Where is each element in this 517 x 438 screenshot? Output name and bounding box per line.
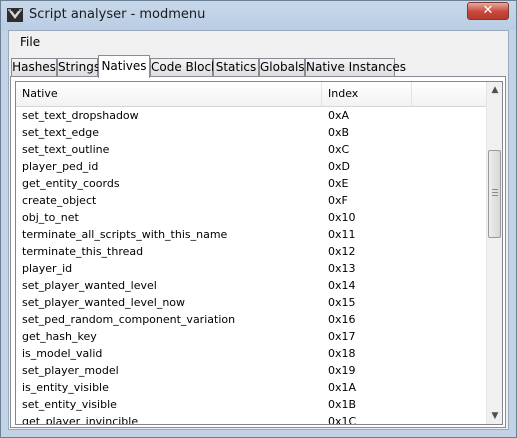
close-button[interactable]: ✕ [467, 2, 509, 20]
list-row[interactable]: is_model_valid 0x18 [16, 345, 486, 362]
native-index-cell: 0x1A [328, 381, 357, 394]
natives-list[interactable]: Native Index set_text_dropshadow 0xA set_t… [15, 81, 503, 425]
scroll-down-arrow-icon[interactable]: ▼ [487, 408, 502, 424]
list-row[interactable]: is_entity_visible 0x1A [16, 379, 486, 396]
script-analyser-window: Script analyser - modmenu ✕ File Hashes … [0, 0, 517, 438]
native-name-cell: obj_to_net [22, 211, 79, 224]
native-index-cell: 0x17 [328, 330, 356, 343]
native-name-cell: terminate_this_thread [22, 245, 144, 258]
native-index-cell: 0xC [328, 143, 350, 156]
list-row[interactable]: set_text_dropshadow 0xA [16, 107, 486, 124]
native-name-cell: set_text_outline [22, 143, 110, 156]
native-index-cell: 0xE [328, 177, 349, 190]
scroll-up-arrow-icon[interactable]: ▲ [487, 82, 502, 98]
native-name-cell: is_model_valid [22, 347, 103, 360]
tab-code-block[interactable]: Code Block [150, 58, 218, 77]
native-name-cell: set_player_model [22, 364, 119, 377]
list-row[interactable]: terminate_all_scripts_with_this_name 0x11 [16, 226, 486, 243]
native-name-cell: get_entity_coords [22, 177, 120, 190]
thumb-grip-line [492, 195, 498, 196]
list-row[interactable]: player_id 0x13 [16, 260, 486, 277]
list-row[interactable]: set_player_wanted_level_now 0x15 [16, 294, 486, 311]
native-index-cell: 0x1B [328, 398, 357, 411]
native-name-cell: get_hash_key [22, 330, 97, 343]
natives-tab-panel: Native Index set_text_dropshadow 0xA set_t… [10, 76, 506, 428]
native-name-cell: player_ped_id [22, 160, 99, 173]
column-header-index[interactable]: Index [322, 82, 412, 106]
list-row[interactable]: get_player_invincible 0x1C [16, 413, 486, 424]
client-area: File Hashes Strings Natives Code Block S… [8, 30, 509, 430]
thumb-grip-line [492, 192, 498, 193]
menu-bar: File [9, 31, 508, 53]
window-title: Script analyser - modmenu [29, 7, 206, 22]
app-icon [7, 8, 23, 22]
list-row[interactable]: get_hash_key 0x17 [16, 328, 486, 345]
native-index-cell: 0x12 [328, 245, 356, 258]
tab-strings[interactable]: Strings [57, 58, 100, 77]
tab-statics[interactable]: Statics [213, 58, 259, 77]
native-index-cell: 0x18 [328, 347, 356, 360]
title-bar[interactable]: Script analyser - modmenu ✕ [1, 1, 516, 30]
native-index-cell: 0x10 [328, 211, 356, 224]
list-row[interactable]: create_object 0xF [16, 192, 486, 209]
native-name-cell: set_player_wanted_level [22, 279, 157, 292]
native-name-cell: set_ped_random_component_variation [22, 313, 236, 326]
list-row[interactable]: set_player_wanted_level 0x14 [16, 277, 486, 294]
native-name-cell: set_text_edge [22, 126, 100, 139]
native-index-cell: 0x19 [328, 364, 356, 377]
thumb-grip-line [492, 189, 498, 190]
native-index-cell: 0x16 [328, 313, 356, 326]
list-row[interactable]: set_player_model 0x19 [16, 362, 486, 379]
list-header: Native Index [16, 82, 486, 107]
native-index-cell: 0xF [328, 194, 348, 207]
native-name-cell: set_text_dropshadow [22, 109, 139, 122]
native-name-cell: terminate_all_scripts_with_this_name [22, 228, 228, 241]
list-row[interactable]: get_entity_coords 0xE [16, 175, 486, 192]
column-header-native[interactable]: Native [16, 82, 322, 106]
tab-native-instances[interactable]: Native Instances [305, 58, 406, 77]
tab-natives[interactable]: Natives [98, 55, 150, 78]
native-index-cell: 0x14 [328, 279, 356, 292]
native-index-cell: 0x13 [328, 262, 356, 275]
list-row[interactable]: set_entity_visible 0x1B [16, 396, 486, 413]
native-index-cell: 0xD [328, 160, 350, 173]
list-row[interactable]: terminate_this_thread 0x12 [16, 243, 486, 260]
tab-strip: Hashes Strings Natives Code Block Static… [9, 55, 508, 78]
native-name-cell: set_entity_visible [22, 398, 117, 411]
native-index-cell: 0xB [328, 126, 350, 139]
native-name-cell: create_object [22, 194, 97, 207]
list-row[interactable]: set_text_edge 0xB [16, 124, 486, 141]
native-name-cell: get_player_invincible [22, 415, 139, 424]
native-index-cell: 0x11 [328, 228, 356, 241]
list-row[interactable]: obj_to_net 0x10 [16, 209, 486, 226]
native-name-cell: player_id [22, 262, 73, 275]
native-name-cell: is_entity_visible [22, 381, 109, 394]
native-index-cell: 0x15 [328, 296, 356, 309]
list-row[interactable]: set_text_outline 0xC [16, 141, 486, 158]
native-name-cell: set_player_wanted_level_now [22, 296, 186, 309]
native-index-cell: 0x1C [328, 415, 357, 424]
menu-file[interactable]: File [20, 35, 40, 49]
vertical-scrollbar[interactable]: ▲ ▼ [486, 82, 502, 424]
list-row[interactable]: player_ped_id 0xD [16, 158, 486, 175]
tab-hashes[interactable]: Hashes [11, 58, 57, 77]
list-row[interactable]: set_ped_random_component_variation 0x16 [16, 311, 486, 328]
list-rows: set_text_dropshadow 0xA set_text_edge 0xB se… [16, 107, 486, 424]
tab-globals[interactable]: Globals [259, 58, 305, 77]
close-icon: ✕ [482, 3, 494, 18]
scrollbar-thumb[interactable] [488, 150, 501, 238]
native-index-cell: 0xA [328, 109, 350, 122]
